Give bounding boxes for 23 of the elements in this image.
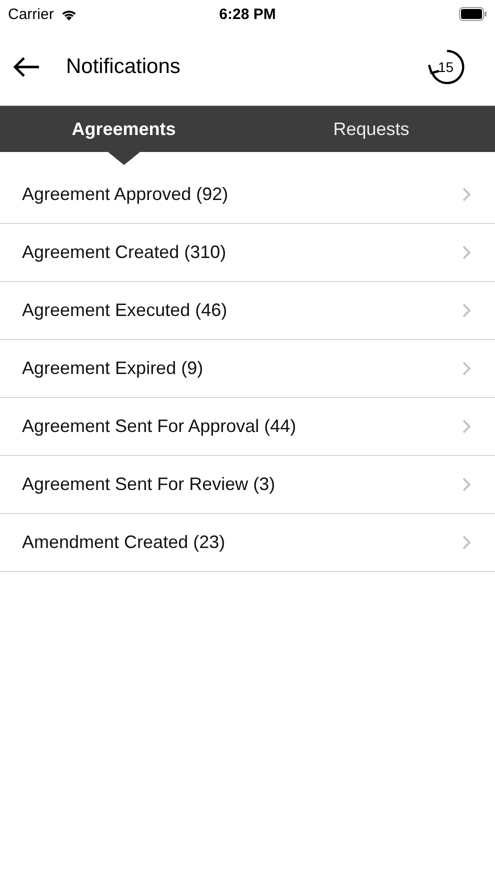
wifi-icon (60, 8, 78, 20)
list-item[interactable]: Agreement Created (310) (0, 224, 495, 282)
chevron-icon (462, 477, 471, 492)
list-item[interactable]: Agreement Expired (9) (0, 340, 495, 398)
tab[interactable]: Requests (333, 118, 410, 140)
battery-icon (458, 7, 487, 21)
list-item[interactable]: Amendment Created (23) (0, 514, 495, 572)
page-title: Notifications (66, 54, 182, 78)
tab[interactable]: Agreements (72, 118, 176, 140)
chevron-icon (462, 361, 471, 376)
chevron-icon (462, 187, 471, 202)
replay-button[interactable]: 15 (425, 44, 469, 88)
chevron-icon (462, 419, 471, 434)
chevron-icon (462, 535, 471, 550)
chevron-icon (462, 303, 471, 318)
carrier-name: Carrier (8, 6, 54, 22)
list-item[interactable]: Agreement Sent For Approval (44) (0, 398, 495, 456)
list-item[interactable]: Agreement Approved (92) (0, 166, 495, 224)
list-item[interactable]: Agreement Sent For Review (3) (0, 456, 495, 514)
list-item[interactable]: Agreement Executed (46) (0, 282, 495, 340)
clock-time: 6:28 PM (219, 6, 276, 22)
back-arrow-icon[interactable] (12, 56, 40, 78)
chevron-icon (462, 245, 471, 260)
